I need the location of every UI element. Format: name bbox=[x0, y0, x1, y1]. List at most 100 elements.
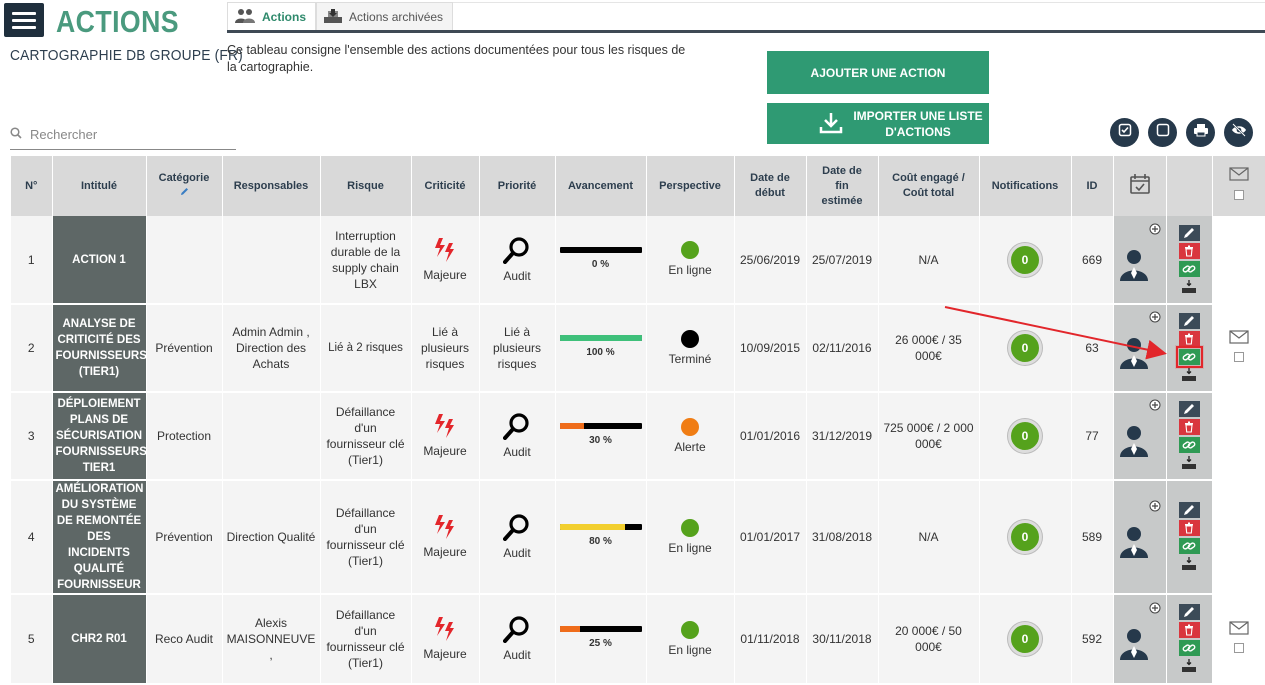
check-all-button[interactable] bbox=[1110, 118, 1139, 147]
cell-perspective: Terminé bbox=[646, 304, 735, 393]
col-header-progress[interactable]: Avancement bbox=[555, 156, 647, 216]
add-user-icon[interactable] bbox=[1149, 311, 1161, 327]
link-icon[interactable] bbox=[1178, 538, 1200, 554]
delete-icon[interactable] bbox=[1178, 419, 1200, 435]
cell-end-date: 30/11/2018 bbox=[806, 594, 879, 685]
cell-perspective: En ligne bbox=[646, 216, 735, 305]
col-header-priority[interactable]: Priorité bbox=[479, 156, 556, 216]
cell-criticity: Majeure bbox=[411, 392, 480, 481]
col-header-category[interactable]: Catégorie bbox=[146, 156, 223, 216]
search-input[interactable] bbox=[28, 126, 228, 143]
delete-icon[interactable] bbox=[1178, 622, 1200, 638]
cell-perspective: Alerte bbox=[646, 392, 735, 481]
col-header-cost[interactable]: Coût engagé / Coût total bbox=[878, 156, 980, 216]
add-action-button[interactable]: AJOUTER UNE ACTION bbox=[767, 51, 989, 94]
search-box bbox=[10, 120, 236, 150]
user-icon[interactable] bbox=[1119, 425, 1149, 461]
tab-archived-actions[interactable]: Actions archivées bbox=[316, 2, 454, 31]
status-dot bbox=[681, 417, 699, 436]
status-dot bbox=[681, 329, 699, 348]
delete-icon[interactable] bbox=[1178, 331, 1200, 347]
notification-badge[interactable]: 0 bbox=[1008, 622, 1042, 656]
archive-download-icon[interactable] bbox=[1179, 279, 1200, 295]
cell-category: Reco Audit bbox=[146, 594, 223, 685]
search-icon bbox=[10, 126, 22, 144]
col-header-perspective[interactable]: Perspective bbox=[646, 156, 735, 216]
edit-icon[interactable] bbox=[1178, 224, 1200, 241]
add-user-icon[interactable] bbox=[1149, 602, 1161, 618]
cell-title[interactable]: DÉPLOIEMENT PLANS DE SÉCURISATION FOURNI… bbox=[52, 392, 147, 481]
cell-progress: 80 % bbox=[555, 480, 647, 595]
col-header-criticity[interactable]: Criticité bbox=[411, 156, 480, 216]
cell-assign bbox=[1113, 392, 1167, 481]
link-icon[interactable] bbox=[1178, 640, 1200, 656]
cell-start-date: 01/11/2018 bbox=[734, 594, 807, 685]
col-header-start-date[interactable]: Date de début bbox=[734, 156, 807, 216]
print-button[interactable] bbox=[1186, 118, 1215, 147]
user-icon[interactable] bbox=[1119, 526, 1149, 562]
print-icon bbox=[1193, 123, 1209, 142]
delete-icon[interactable] bbox=[1178, 242, 1200, 259]
hamburger-menu-button[interactable] bbox=[4, 3, 44, 37]
cell-notifications: 0 bbox=[979, 480, 1072, 595]
add-user-icon[interactable] bbox=[1149, 500, 1161, 516]
cell-title[interactable]: ACTION 1 bbox=[52, 216, 147, 305]
table-row: 3 DÉPLOIEMENT PLANS DE SÉCURISATION FOURN… bbox=[11, 392, 1265, 481]
archive-download-icon[interactable] bbox=[1179, 455, 1200, 471]
notification-badge[interactable]: 0 bbox=[1008, 331, 1042, 365]
delete-icon[interactable] bbox=[1178, 520, 1200, 536]
add-user-icon[interactable] bbox=[1149, 223, 1161, 239]
tab-actions[interactable]: Actions bbox=[227, 2, 317, 31]
cell-title[interactable]: ANALYSE DE CRITICITÉ DES FOURNISSEURS (T… bbox=[52, 304, 147, 393]
cell-id: 77 bbox=[1071, 392, 1114, 481]
cell-assign bbox=[1113, 216, 1167, 305]
col-header-end-date[interactable]: Date de fin estimée bbox=[806, 156, 879, 216]
link-icon[interactable] bbox=[1178, 260, 1200, 277]
archive-download-icon[interactable] bbox=[1179, 556, 1200, 572]
add-user-icon[interactable] bbox=[1149, 399, 1161, 415]
col-header-num[interactable]: N° bbox=[11, 156, 53, 216]
notification-badge[interactable]: 0 bbox=[1008, 520, 1042, 554]
edit-icon[interactable] bbox=[1178, 502, 1200, 518]
pencil-icon[interactable] bbox=[180, 187, 189, 199]
col-header-calendar[interactable] bbox=[1113, 156, 1167, 216]
col-header-mail[interactable] bbox=[1212, 156, 1265, 216]
notification-badge[interactable]: 0 bbox=[1008, 242, 1042, 277]
row-checkbox[interactable] bbox=[1233, 643, 1244, 653]
cell-title[interactable]: AMÉLIORATION DU SYSTÈME DE REMONTÉE DES … bbox=[52, 480, 147, 595]
edit-icon[interactable] bbox=[1178, 401, 1200, 417]
edit-icon[interactable] bbox=[1178, 604, 1200, 620]
table-header-row: N° Intitulé Catégorie Responsables Risqu… bbox=[11, 156, 1265, 216]
cell-id: 669 bbox=[1071, 216, 1114, 305]
uncheck-all-button[interactable] bbox=[1148, 118, 1177, 147]
cell-owners: Alexis MAISONNEUVE , bbox=[222, 594, 321, 685]
row-checkbox[interactable] bbox=[1233, 352, 1244, 362]
cell-end-date: 25/07/2019 bbox=[806, 216, 879, 305]
col-header-owners[interactable]: Responsables bbox=[222, 156, 321, 216]
status-dot bbox=[681, 241, 699, 259]
add-action-label: AJOUTER UNE ACTION bbox=[810, 65, 946, 80]
notification-badge[interactable]: 0 bbox=[1008, 419, 1042, 453]
col-header-id[interactable]: ID bbox=[1071, 156, 1114, 216]
edit-icon[interactable] bbox=[1178, 313, 1200, 329]
archive-download-icon[interactable] bbox=[1179, 367, 1200, 383]
user-icon[interactable] bbox=[1119, 628, 1149, 664]
hide-columns-button[interactable] bbox=[1224, 118, 1253, 147]
cell-operations bbox=[1166, 216, 1213, 305]
cell-title[interactable]: CHR2 R01 bbox=[52, 594, 147, 685]
cell-priority: Lié à plusieurs risques bbox=[479, 304, 556, 393]
envelope-icon bbox=[1228, 621, 1249, 638]
cell-progress: 25 % bbox=[555, 594, 647, 685]
link-icon[interactable] bbox=[1175, 346, 1203, 368]
cell-category bbox=[146, 216, 223, 305]
col-header-title[interactable]: Intitulé bbox=[52, 156, 147, 216]
col-header-notifications[interactable]: Notifications bbox=[979, 156, 1072, 216]
select-all-checkbox[interactable] bbox=[1233, 190, 1244, 200]
user-icon[interactable] bbox=[1119, 249, 1149, 285]
cell-mail bbox=[1212, 304, 1265, 393]
col-header-risk[interactable]: Risque bbox=[320, 156, 412, 216]
import-actions-button[interactable]: IMPORTER UNE LISTE D'ACTIONS bbox=[767, 103, 989, 144]
link-icon[interactable] bbox=[1178, 437, 1200, 453]
user-icon[interactable] bbox=[1119, 337, 1149, 373]
archive-download-icon[interactable] bbox=[1179, 658, 1200, 674]
